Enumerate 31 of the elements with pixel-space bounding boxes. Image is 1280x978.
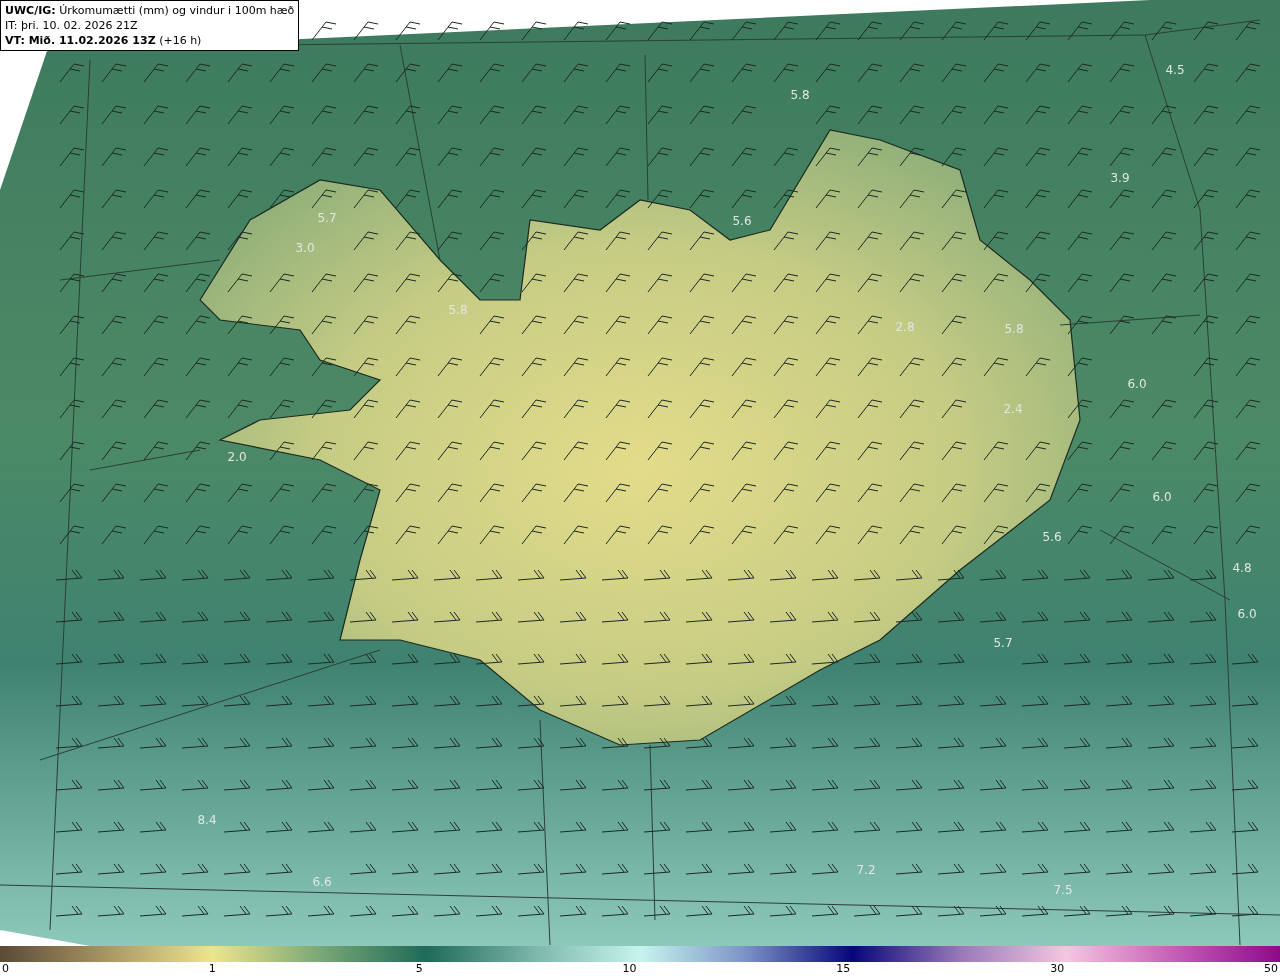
precipitation-value: 2.0: [227, 450, 247, 464]
precipitation-value: 7.2: [856, 863, 876, 877]
colorbar-tick-label: 30: [1050, 962, 1065, 975]
precipitation-value: 4.5: [1165, 63, 1185, 77]
precipitation-value: 6.0: [1152, 490, 1172, 504]
precipitation-value: 5.8: [790, 88, 810, 102]
precipitation-value: 7.5: [1053, 883, 1073, 897]
precipitation-value: 8.4: [197, 813, 217, 827]
precipitation-value: 3.0: [295, 241, 315, 255]
precipitation-value: 4.8: [1232, 561, 1252, 575]
colorbar-tick-label: 1: [208, 962, 216, 975]
colorbar-tick-label: 50: [1263, 962, 1278, 975]
precipitation-value: 2.8: [895, 320, 915, 334]
precipitation-value: 5.8: [448, 303, 468, 317]
precipitation-value: 5.7: [993, 636, 1013, 650]
map-title: UWC/IG: Úrkomumætti (mm) og vindur i 100m hæð: [5, 3, 295, 18]
precipitation-value: 5.7: [317, 211, 337, 225]
valid-time: VT: Mið. 11.02.2026 13Z (+16 h): [5, 33, 203, 48]
precipitation-value: 5.6: [1042, 530, 1062, 544]
colorbar-tick-label: 10: [622, 962, 637, 975]
precipitation-value: 6.6: [312, 875, 332, 889]
precipitation-value: 3.9: [1110, 171, 1130, 185]
colorbar-tick-label: 0: [2, 962, 9, 975]
issue-time: IT: þri. 10. 02. 2026 21Z: [5, 18, 139, 33]
colorbar-tick-label: 15: [836, 962, 851, 975]
precipitation-value: 6.0: [1237, 607, 1257, 621]
precipitation-value: 6.0: [1127, 377, 1147, 391]
precipitation-value: 5.8: [1004, 322, 1024, 336]
precipitation-value: 5.6: [732, 214, 752, 228]
precipitation-value: 2.4: [1003, 402, 1023, 416]
colorbar-tick-label: 5: [415, 962, 423, 975]
